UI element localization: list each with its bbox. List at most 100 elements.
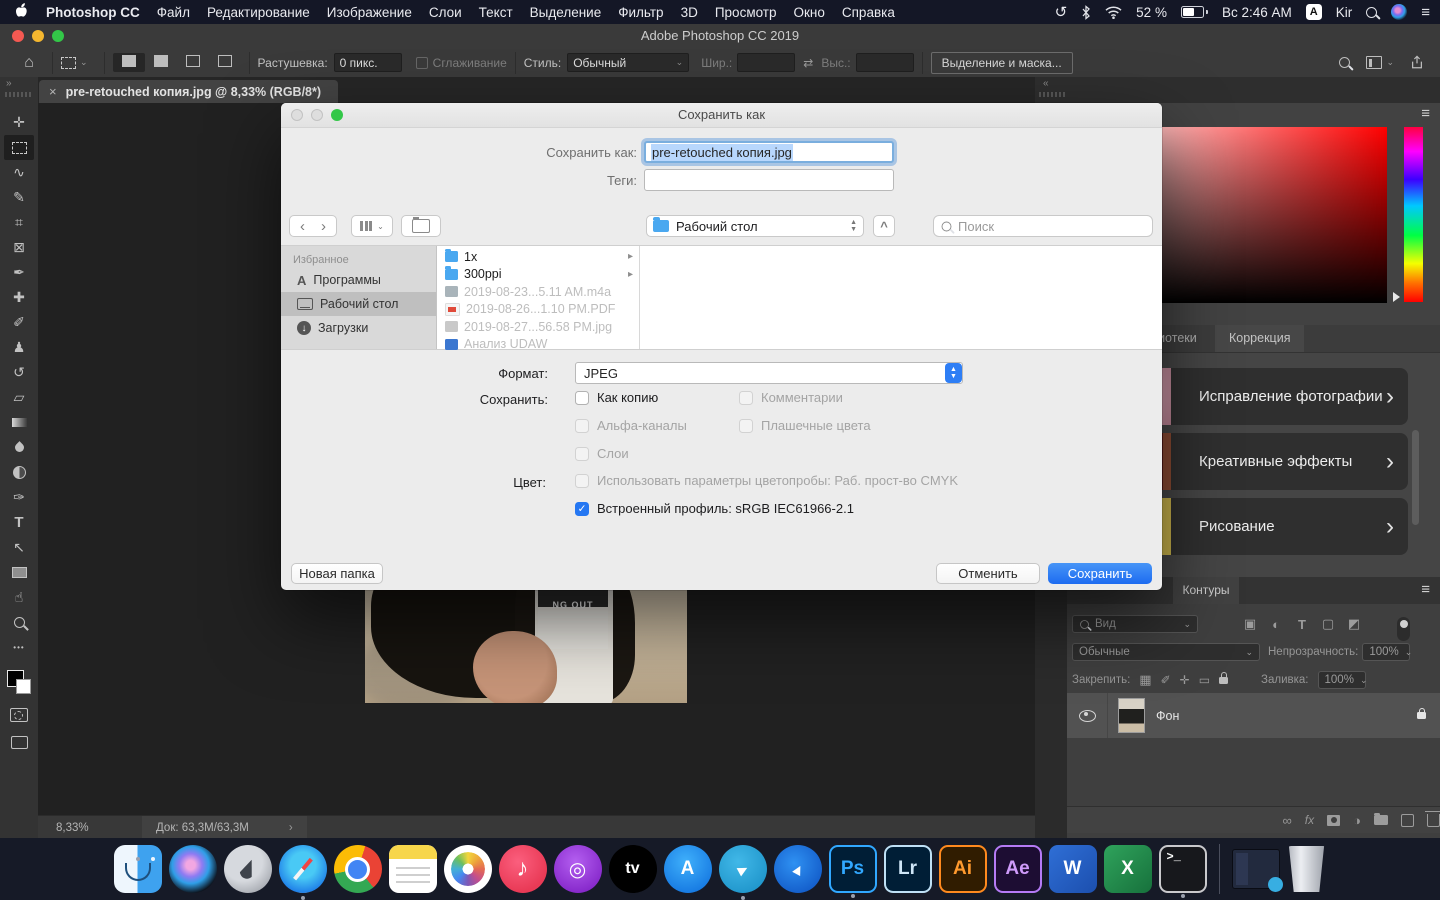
frame-tool[interactable]: ⊠: [4, 235, 34, 260]
move-tool[interactable]: ✛: [4, 110, 34, 135]
menubar-app-name[interactable]: Photoshop CC: [46, 5, 140, 20]
sidebar-item-applications[interactable]: A Программы: [281, 268, 436, 292]
dodge-tool[interactable]: [4, 460, 34, 485]
clone-stamp-tool[interactable]: ♟: [4, 335, 34, 360]
layer-row-background[interactable]: Фон: [1067, 693, 1440, 738]
menubar-clock[interactable]: Вс 2:46 AM: [1222, 5, 1292, 20]
swap-dimensions-icon[interactable]: ⇄: [803, 56, 813, 70]
dialog-zoom-button[interactable]: [331, 109, 343, 121]
battery-icon[interactable]: [1180, 6, 1208, 18]
dock-excel-icon[interactable]: X: [1103, 845, 1152, 893]
dock-music-icon[interactable]: ♪: [498, 845, 547, 893]
lock-transparency-icon[interactable]: ▦: [1139, 672, 1151, 688]
menu-edit[interactable]: Редактирование: [207, 5, 310, 20]
eyedropper-tool[interactable]: ✒: [4, 260, 34, 285]
opacity-field[interactable]: 100% ⌄: [1362, 643, 1412, 661]
rectangle-tool[interactable]: [4, 560, 34, 585]
menu-filter[interactable]: Фильтр: [618, 5, 663, 20]
dock-finder-icon[interactable]: [113, 845, 162, 893]
hand-tool[interactable]: ☝: [4, 585, 34, 610]
input-source-icon[interactable]: A: [1305, 4, 1322, 20]
dialog-search-field[interactable]: Поиск: [933, 215, 1153, 237]
layer-name[interactable]: Фон: [1156, 709, 1179, 723]
background-color[interactable]: [16, 679, 31, 694]
dock-spark-icon[interactable]: ▸: [773, 845, 822, 893]
eraser-tool[interactable]: ▱: [4, 385, 34, 410]
layer-thumbnail[interactable]: [1118, 698, 1145, 733]
path-selection-tool[interactable]: ↖: [4, 535, 34, 560]
add-selection-button[interactable]: [145, 53, 177, 72]
filter-smart-object-icon[interactable]: ◩: [1342, 616, 1366, 632]
filter-type-icon[interactable]: T: [1290, 617, 1314, 632]
zoom-level-field[interactable]: 8,33%: [56, 822, 112, 834]
gradient-tool[interactable]: [4, 410, 34, 435]
spotlight-icon[interactable]: [1366, 6, 1378, 18]
lasso-tool[interactable]: ∿: [4, 160, 34, 185]
keyboard-layout[interactable]: Kir: [1336, 5, 1353, 20]
paths-menu-icon[interactable]: ≡: [1421, 581, 1430, 598]
dock-telegram-icon[interactable]: ▸: [718, 845, 767, 900]
brush-tool[interactable]: ✐: [4, 310, 34, 335]
new-layer-icon[interactable]: [1401, 813, 1414, 827]
smoothing-checkbox[interactable]: Сглаживание: [415, 56, 507, 70]
screen-mode-button[interactable]: [10, 736, 28, 749]
new-folder-button[interactable]: Новая папка: [291, 563, 383, 584]
layer-visibility-eye-icon[interactable]: [1079, 709, 1096, 722]
fill-field[interactable]: 100% ⌄: [1317, 671, 1367, 689]
document-sizes[interactable]: Док: 63,3M/63,3M ›: [142, 816, 307, 839]
filter-adjustment-icon[interactable]: ◐: [1264, 617, 1288, 632]
apple-menu[interactable]: [16, 3, 29, 21]
menu-3d[interactable]: 3D: [681, 5, 698, 20]
menu-window[interactable]: Окно: [794, 5, 825, 20]
cancel-button[interactable]: Отменить: [936, 563, 1040, 584]
document-tab[interactable]: × pre-retouched копия.jpg @ 8,33% (RGB/8…: [39, 80, 338, 103]
left-panel-collapse[interactable]: »: [0, 77, 38, 103]
history-brush-tool[interactable]: ↺: [4, 360, 34, 385]
quick-selection-tool[interactable]: ✎: [4, 185, 34, 210]
dock-terminal-icon[interactable]: >_: [1158, 845, 1207, 898]
sidebar-item-downloads[interactable]: ↓ Загрузки: [281, 316, 436, 340]
crop-tool[interactable]: ⌗: [4, 210, 34, 235]
time-machine-icon[interactable]: ↺: [1055, 3, 1068, 21]
pen-tool[interactable]: ✑: [4, 485, 34, 510]
menu-help[interactable]: Справка: [842, 5, 895, 20]
menu-file[interactable]: Файл: [157, 5, 190, 20]
new-group-icon[interactable]: [1374, 812, 1388, 825]
blend-mode-dropdown[interactable]: Обычные ⌄: [1072, 643, 1260, 661]
zoom-tool[interactable]: [4, 610, 34, 635]
status-chevron-icon[interactable]: ›: [289, 822, 293, 834]
hue-slider-arrow[interactable]: [1393, 292, 1400, 302]
dock-trash-icon[interactable]: [1288, 846, 1325, 892]
menu-layers[interactable]: Слои: [429, 5, 462, 20]
filename-input[interactable]: pre-retouched копия.jpg: [644, 141, 894, 163]
new-selection-button[interactable]: [112, 53, 145, 72]
as-copy-option[interactable]: Как копию: [575, 390, 658, 405]
healing-brush-tool[interactable]: ✚: [4, 285, 34, 310]
dock-minimized-window[interactable]: [1231, 849, 1283, 892]
up-folder-button[interactable]: ^: [873, 215, 895, 237]
filter-shape-icon[interactable]: ▢: [1316, 616, 1340, 632]
dock-podcasts-icon[interactable]: ◎: [553, 845, 602, 893]
home-icon[interactable]: ⌂: [14, 50, 44, 75]
tool-preset-chevron-icon[interactable]: ⌄: [80, 57, 88, 68]
new-folder-toolbar-button[interactable]: [401, 215, 441, 237]
layer-filter-dropdown[interactable]: Вид ⌄: [1072, 615, 1198, 633]
dock-launchpad-icon[interactable]: [223, 845, 272, 893]
dock-notes-icon[interactable]: [388, 845, 437, 893]
select-and-mask-button[interactable]: Выделение и маска...: [930, 51, 1073, 74]
dock-siri-icon[interactable]: [168, 845, 217, 893]
lock-position-icon[interactable]: ✛: [1180, 673, 1190, 687]
menu-select[interactable]: Выделение: [530, 5, 602, 20]
dock-chrome-icon[interactable]: [333, 845, 382, 893]
right-panel-collapse[interactable]: «: [1035, 77, 1440, 103]
add-mask-icon[interactable]: [1327, 814, 1341, 826]
subtract-selection-button[interactable]: [177, 53, 209, 72]
save-button[interactable]: Сохранить: [1048, 563, 1152, 584]
checkbox-unchecked[interactable]: [575, 390, 589, 405]
back-button[interactable]: ‹: [300, 218, 305, 235]
dock-appstore-icon[interactable]: A: [663, 845, 712, 893]
dock-illustrator-icon[interactable]: Ai: [938, 845, 987, 893]
lock-artboard-icon[interactable]: ▭: [1199, 673, 1210, 687]
dock-word-icon[interactable]: W: [1048, 845, 1097, 893]
foreground-background-swatches[interactable]: [7, 670, 31, 694]
